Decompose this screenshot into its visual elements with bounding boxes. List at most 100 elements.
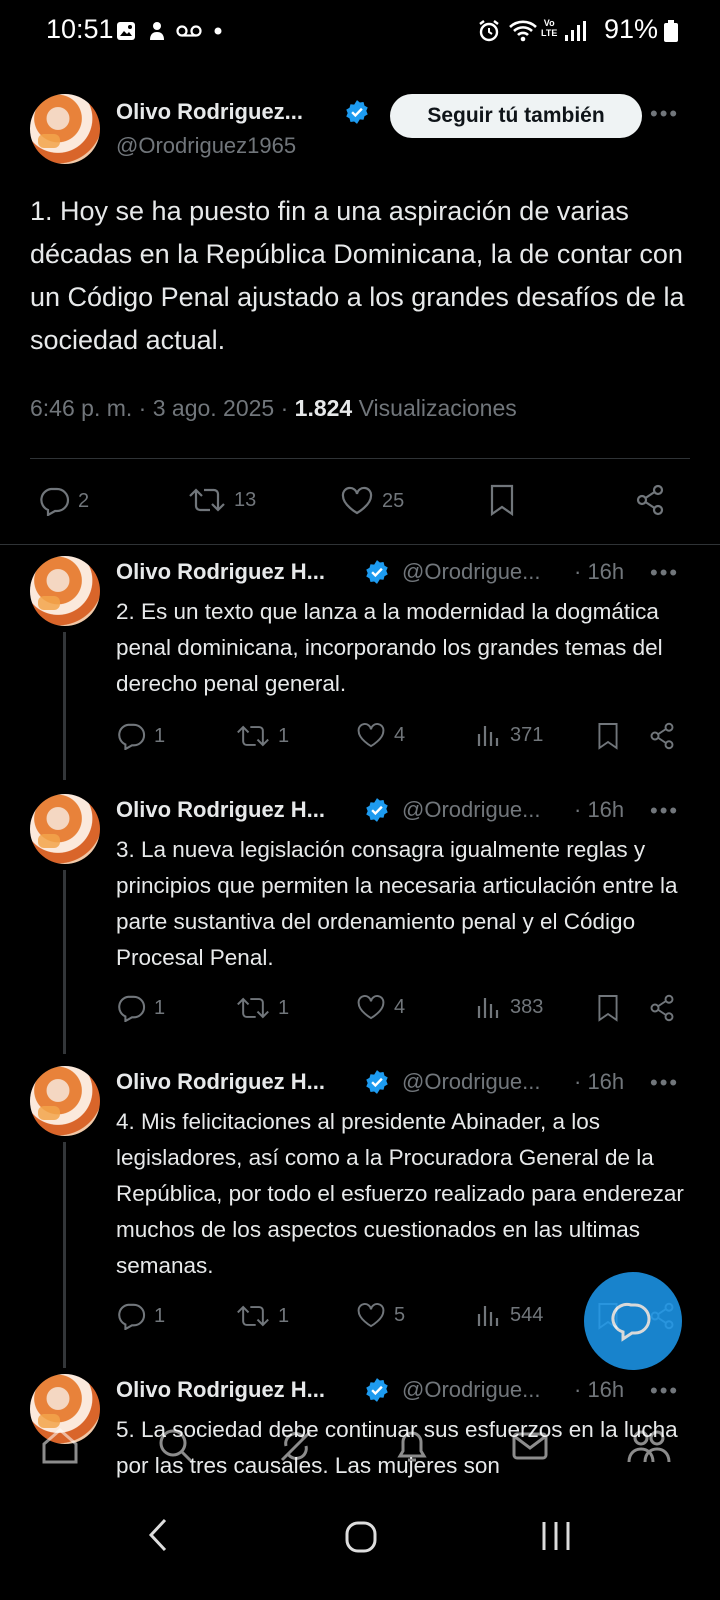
reply-author-name[interactable]: Olivo Rodriguez H... [116, 559, 325, 585]
views-button[interactable]: 544 [476, 1302, 543, 1328]
grok-icon[interactable] [276, 1426, 316, 1466]
bookmark-button[interactable] [596, 994, 620, 1022]
like-button[interactable]: 4 [356, 994, 405, 1021]
reply-author-handle[interactable]: @Orodrigue... [402, 1377, 541, 1403]
more-options-icon[interactable]: ••• [650, 1378, 679, 1404]
recent-apps-icon[interactable] [540, 1518, 572, 1552]
bookmark-button[interactable] [488, 484, 516, 516]
more-options-icon[interactable]: ••• [650, 1070, 679, 1096]
gallery-icon [116, 18, 136, 44]
retweet-button[interactable]: 1 [236, 995, 289, 1021]
more-options-icon[interactable]: ••• [650, 560, 679, 586]
divider [30, 458, 690, 459]
follow-button[interactable]: Seguir tú también [390, 94, 642, 138]
reply-author-handle[interactable]: @Orodrigue... [402, 797, 541, 823]
share-button[interactable] [648, 994, 676, 1022]
bookmark-button[interactable] [596, 722, 620, 750]
views-button[interactable]: 383 [476, 994, 543, 1020]
views-label: Visualizaciones [358, 395, 517, 421]
views-button[interactable]: 371 [476, 722, 543, 748]
tweet-meta: 6:46 p. m. · 3 ago. 2025 · 1.824 Visuali… [30, 395, 517, 422]
reply-author-handle[interactable]: @Orodrigue... [402, 559, 541, 585]
alarm-icon [477, 18, 501, 44]
reply-count: 1 [154, 1304, 166, 1327]
bookmark-icon [598, 995, 618, 1022]
retweet-count: 1 [278, 724, 290, 747]
notifications-icon[interactable] [392, 1426, 432, 1466]
retweet-button[interactable]: 1 [236, 723, 289, 749]
reply-icon [118, 723, 146, 750]
system-navigation-bar [0, 1500, 720, 1600]
reply-button[interactable]: 1 [116, 994, 165, 1022]
more-options-icon[interactable]: ••• [650, 101, 679, 127]
reply-count: 2 [78, 489, 90, 512]
reply-count: 1 [154, 724, 166, 747]
share-button[interactable] [634, 484, 666, 516]
compose-icon [611, 1302, 651, 1342]
share-icon [650, 722, 674, 750]
retweet-button[interactable]: 13 [188, 486, 256, 514]
retweet-count: 1 [278, 1304, 290, 1327]
share-icon [650, 994, 674, 1022]
retweet-icon [237, 997, 269, 1019]
communities-icon[interactable] [626, 1426, 672, 1466]
like-icon [357, 995, 385, 1020]
reply-time[interactable]: · 16h [574, 559, 624, 585]
reply-text: 2. Es un texto que lanza a la modernidad… [116, 599, 663, 696]
like-count: 4 [394, 724, 406, 746]
reply-button[interactable]: 1 [116, 1302, 165, 1330]
reply-avatar[interactable] [30, 794, 100, 864]
battery-level: 91% [604, 14, 659, 44]
author-name[interactable]: Olivo Rodriguez... [116, 99, 303, 125]
like-button[interactable]: 25 [340, 486, 404, 516]
dot-icon [214, 18, 222, 44]
views-icon [477, 726, 499, 746]
reply-author-name[interactable]: Olivo Rodriguez H... [116, 797, 325, 823]
view-count: 544 [510, 1303, 544, 1326]
verified-icon [366, 798, 388, 822]
home-button-icon[interactable] [344, 1520, 378, 1554]
search-icon[interactable] [156, 1426, 196, 1466]
tweet-text: 1. Hoy se ha puesto fin a una aspiración… [30, 196, 685, 355]
more-options-icon[interactable]: ••• [650, 798, 679, 824]
like-count: 25 [382, 489, 405, 512]
reply-icon [40, 487, 70, 516]
like-count: 4 [394, 996, 406, 1018]
reply-author-handle[interactable]: @Orodrigue... [402, 1069, 541, 1095]
home-icon[interactable] [40, 1426, 80, 1466]
reply-time[interactable]: · 16h [574, 797, 624, 823]
reply-time[interactable]: · 16h [574, 1377, 624, 1403]
retweet-button[interactable]: 1 [236, 1303, 289, 1329]
tweet-timestamp[interactable]: 6:46 p. m. · 3 ago. 2025 · [30, 395, 295, 421]
author-handle[interactable]: @Orodriguez1965 [116, 133, 296, 159]
battery-icon [664, 18, 678, 44]
bookmark-icon [598, 723, 618, 750]
reply-button[interactable]: 2 [38, 486, 89, 516]
reply-time[interactable]: · 16h [574, 1069, 624, 1095]
reply-avatar[interactable] [30, 1066, 100, 1136]
thread-connector [63, 632, 66, 780]
reply-text: 4. Mis felicitaciones al presidente Abin… [116, 1109, 684, 1278]
like-button[interactable]: 5 [356, 1302, 405, 1329]
compose-button[interactable] [584, 1272, 682, 1370]
reply-text: 3. La nueva legislación consagra igualme… [116, 837, 678, 970]
share-button[interactable] [648, 722, 676, 750]
bookmark-icon [490, 484, 514, 516]
retweet-icon [237, 1305, 269, 1327]
divider [0, 544, 720, 545]
back-icon[interactable] [148, 1518, 168, 1552]
verified-icon [366, 1070, 388, 1094]
view-count: 383 [510, 995, 544, 1018]
verified-icon [366, 560, 388, 584]
reply-button[interactable]: 1 [116, 722, 165, 750]
author-avatar[interactable] [30, 94, 100, 164]
messages-icon[interactable] [510, 1426, 550, 1466]
status-time: 10:51 [46, 14, 114, 44]
reply-avatar[interactable] [30, 556, 100, 626]
reply-author-name[interactable]: Olivo Rodriguez H... [116, 1377, 325, 1403]
like-icon [357, 723, 385, 748]
verified-icon [346, 100, 368, 124]
bottom-navigation [0, 1412, 720, 1476]
reply-author-name[interactable]: Olivo Rodriguez H... [116, 1069, 325, 1095]
like-button[interactable]: 4 [356, 722, 405, 749]
